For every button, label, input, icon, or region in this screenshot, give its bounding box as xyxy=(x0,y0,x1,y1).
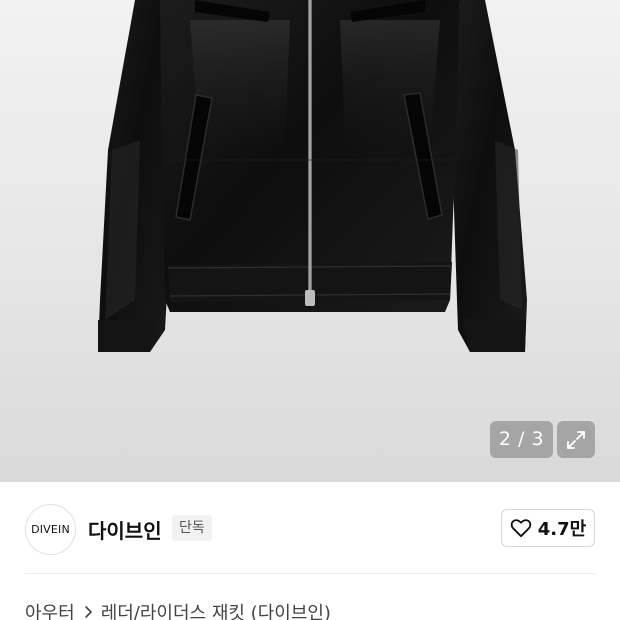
brand-row: DIVEIN 다이브인 단독 4.7만 xyxy=(0,483,620,573)
product-image-gallery[interactable]: 2 / 3 xyxy=(0,0,620,482)
divider xyxy=(25,573,595,574)
breadcrumb-item-outer[interactable]: 아우터 xyxy=(25,599,75,620)
breadcrumb-item-category[interactable]: 레더/라이더스 재킷 (다이브인) xyxy=(101,599,331,620)
breadcrumb: 아우터 레더/라이더스 재킷 (다이브인) xyxy=(25,600,331,620)
heart-icon xyxy=(510,519,531,538)
exclusive-badge: 단독 xyxy=(172,515,212,541)
chevron-right-icon xyxy=(83,605,93,619)
product-image xyxy=(98,0,527,352)
brand-name[interactable]: 다이브인 xyxy=(88,515,162,544)
brand-logo[interactable]: DIVEIN xyxy=(25,504,76,555)
image-pager: 2 / 3 xyxy=(490,421,553,458)
fullscreen-button[interactable] xyxy=(557,421,595,458)
like-count: 4.7만 xyxy=(537,519,587,540)
expand-icon xyxy=(567,430,585,449)
like-button[interactable]: 4.7만 xyxy=(501,509,595,547)
